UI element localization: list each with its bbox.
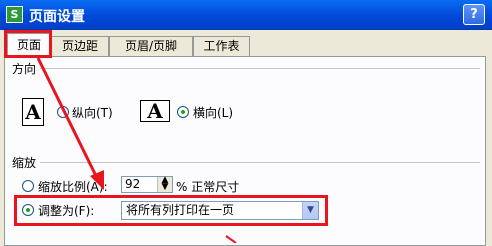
annotation-arrow-stub [225, 235, 237, 243]
annotation-arrowhead-icon [90, 170, 104, 190]
annotation-arrows [36, 57, 237, 243]
annotation-arrow-line [36, 57, 100, 181]
